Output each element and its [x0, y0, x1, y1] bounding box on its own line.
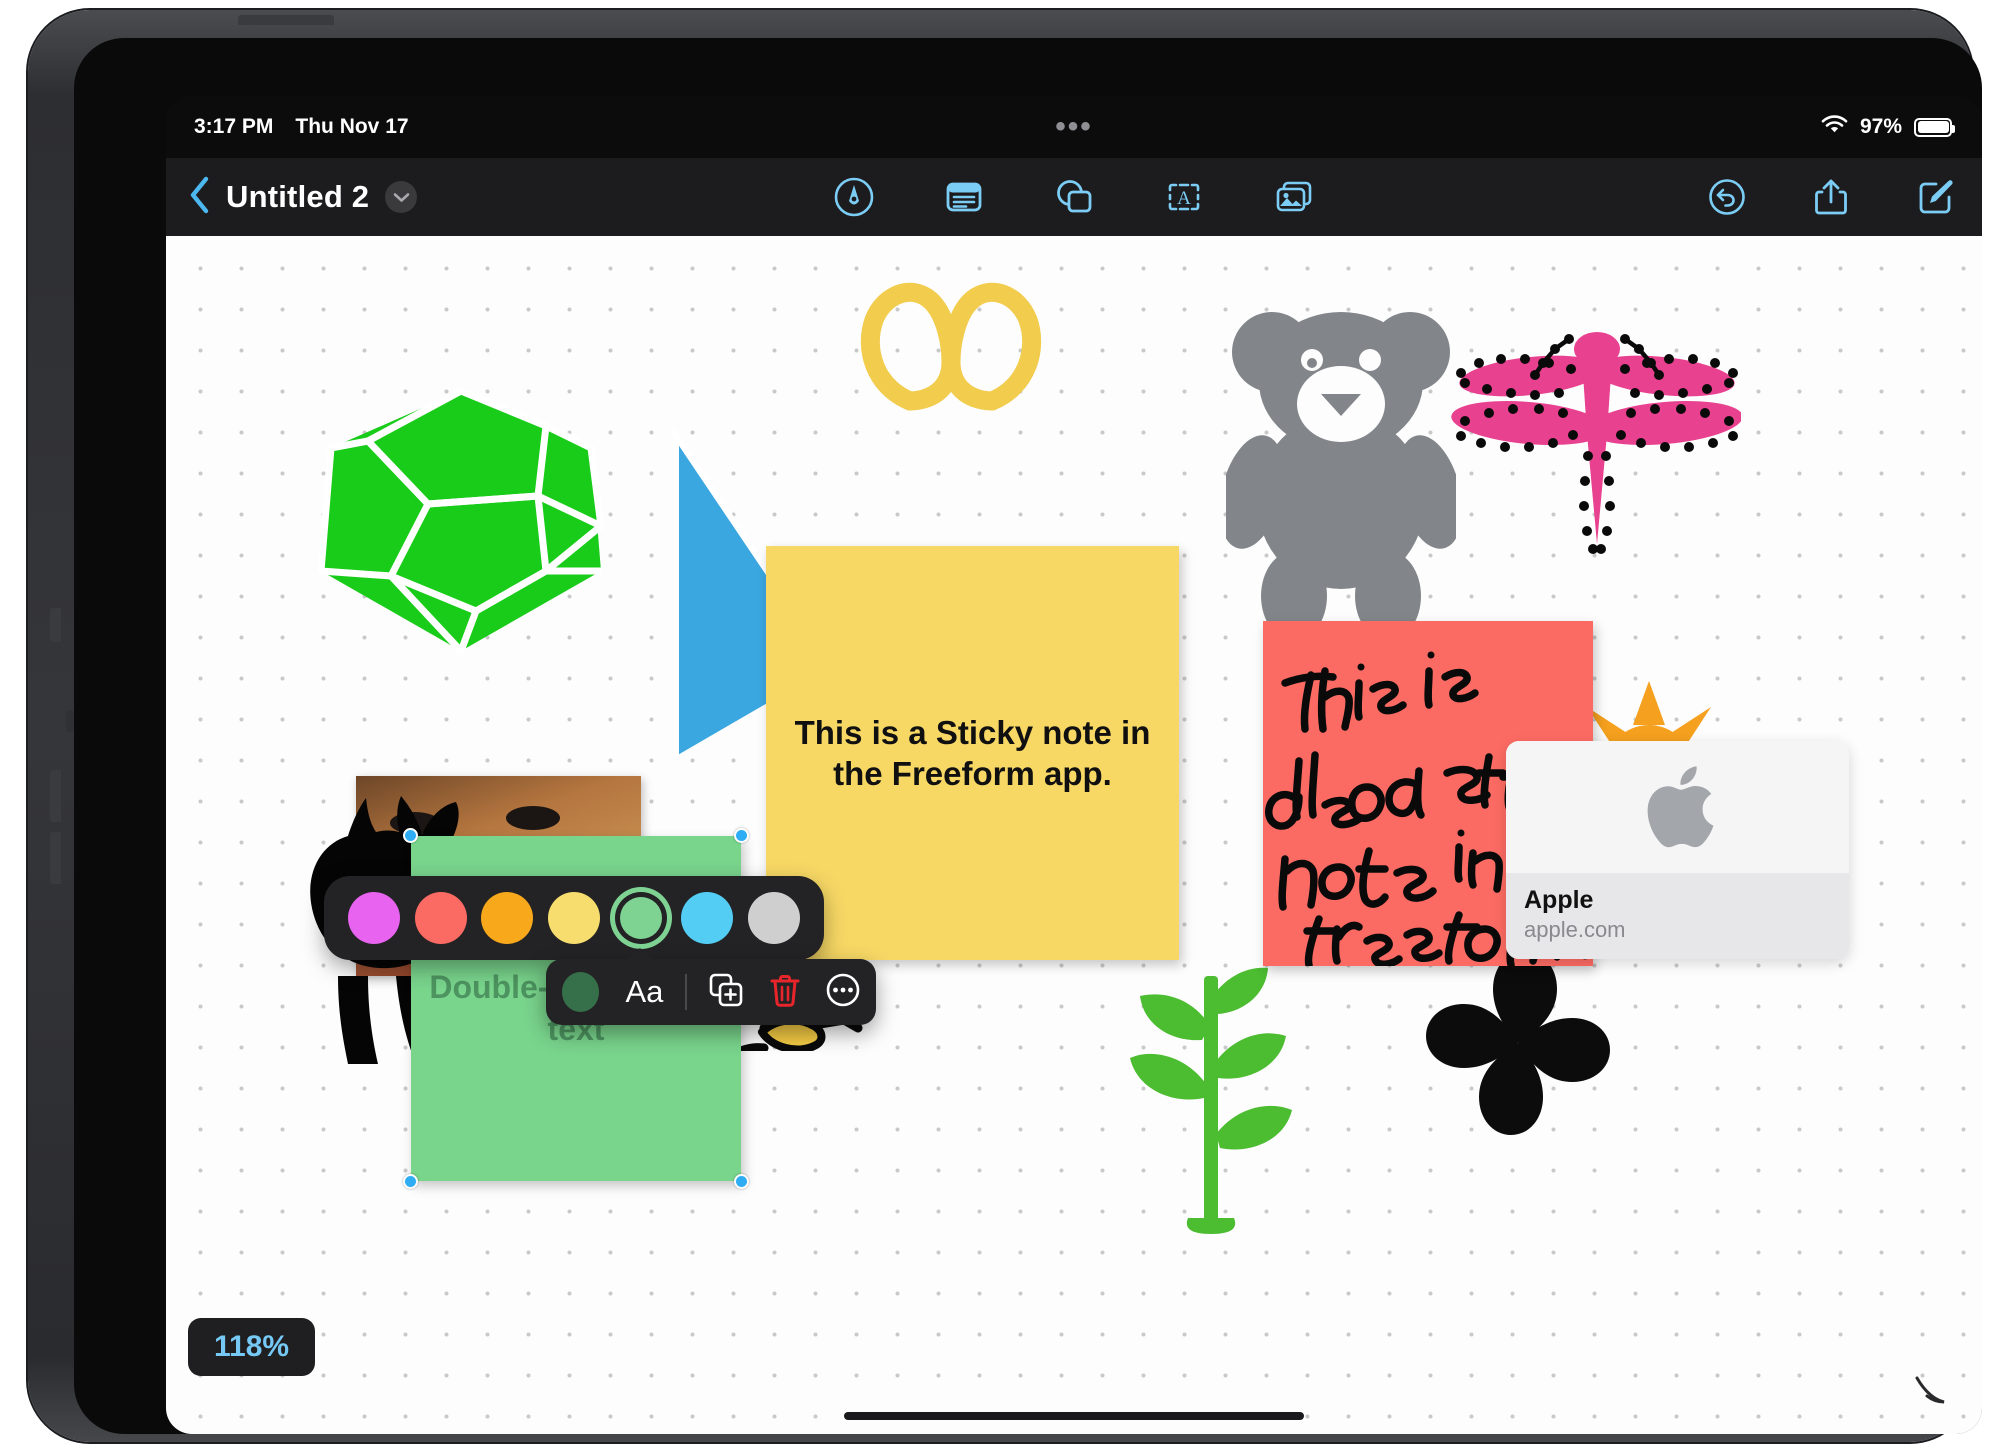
status-bar-right: 97%: [1821, 114, 1955, 140]
smart-connector: [66, 710, 74, 732]
swatch-yellow[interactable]: [547, 892, 600, 944]
swatch-gray[interactable]: [747, 892, 800, 944]
home-indicator[interactable]: [844, 1412, 1304, 1420]
sticky-note-yellow[interactable]: This is a Sticky note in the Freeform ap…: [766, 546, 1179, 960]
status-time: 3:17 PM: [194, 115, 274, 138]
battery-icon: [1914, 117, 1955, 137]
volume-button-top[interactable]: [50, 608, 61, 642]
status-date: Thu Nov 17: [295, 115, 409, 138]
pretzel-shape[interactable]: [856, 266, 1046, 411]
freeform-canvas[interactable]: This is a Sticky note in the Freeform ap…: [166, 236, 1982, 1434]
link-preview-domain: apple.com: [1524, 917, 1626, 942]
canvas-corner-curl-icon[interactable]: [1914, 1372, 1948, 1406]
app-toolbar: Untitled 2 A: [166, 158, 1982, 236]
menu-delete[interactable]: [768, 973, 802, 1012]
link-preview-card[interactable]: Apple apple.com: [1506, 741, 1849, 959]
ipad-device-frame: 3:17 PM Thu Nov 17 ••• 97% Untitled 2 A …: [28, 10, 1982, 1442]
menu-color-swatch[interactable]: [562, 972, 600, 1012]
menu-duplicate[interactable]: [709, 973, 743, 1012]
swatch-violet[interactable]: [348, 892, 400, 944]
sticky-note-tool[interactable]: [943, 176, 985, 218]
markup-pen-tool[interactable]: [833, 176, 875, 218]
device-bezel: 3:17 PM Thu Nov 17 ••• 97% Untitled 2 A …: [74, 38, 1982, 1434]
volume-button-down[interactable]: [50, 832, 61, 884]
apple-logo-icon: [1647, 766, 1713, 848]
color-palette-popover[interactable]: [324, 876, 824, 960]
volume-button-up[interactable]: [50, 770, 61, 822]
swatch-blue[interactable]: [681, 892, 734, 944]
selection-handle-bottom-right[interactable]: [734, 1174, 749, 1189]
toolbar-center-group: A: [166, 176, 1982, 218]
swatch-red[interactable]: [414, 892, 467, 944]
selection-handle-top-right[interactable]: [734, 828, 749, 843]
teddy-bear-shape[interactable]: [1226, 296, 1456, 636]
status-bar-center: •••: [166, 96, 1982, 158]
link-preview-thumbnail: [1506, 741, 1849, 873]
menu-divider: [685, 974, 688, 1010]
plant-shape[interactable]: [1126, 956, 1296, 1246]
battery-fill: [1917, 121, 1950, 133]
media-tool[interactable]: [1273, 176, 1315, 218]
link-preview-title: Apple: [1524, 886, 1594, 914]
dodecahedron-shape[interactable]: [316, 386, 606, 656]
selection-handle-top-left[interactable]: [403, 828, 418, 843]
swatch-green-selected[interactable]: [619, 897, 662, 939]
selection-handle-bottom-left[interactable]: [403, 1174, 418, 1189]
menu-text-format[interactable]: Aa: [625, 974, 663, 1010]
text-box-tool[interactable]: A: [1163, 176, 1205, 218]
ipad-screen: 3:17 PM Thu Nov 17 ••• 97% Untitled 2 A …: [166, 96, 1982, 1434]
status-bar-left: 3:17 PM Thu Nov 17: [194, 115, 409, 139]
menu-more[interactable]: [826, 973, 860, 1012]
battery-percentage: 97%: [1859, 115, 1902, 138]
wifi-icon: [1821, 114, 1848, 140]
svg-text:A: A: [1177, 188, 1191, 209]
dragonfly-shape[interactable]: [1451, 321, 1741, 556]
status-bar: 3:17 PM Thu Nov 17 ••• 97%: [166, 96, 1982, 158]
object-menu-arrow: [624, 948, 656, 962]
object-context-menu[interactable]: Aa: [546, 959, 876, 1025]
ellipsis-icon: •••: [1055, 110, 1093, 143]
shapes-tool[interactable]: [1053, 176, 1095, 218]
swatch-orange[interactable]: [481, 892, 534, 944]
zoom-level-badge[interactable]: 118%: [188, 1318, 316, 1376]
sticky-note-yellow-text: This is a Sticky note in the Freeform ap…: [794, 713, 1151, 792]
power-button[interactable]: [238, 15, 334, 25]
link-preview-meta: Apple apple.com: [1506, 873, 1849, 959]
